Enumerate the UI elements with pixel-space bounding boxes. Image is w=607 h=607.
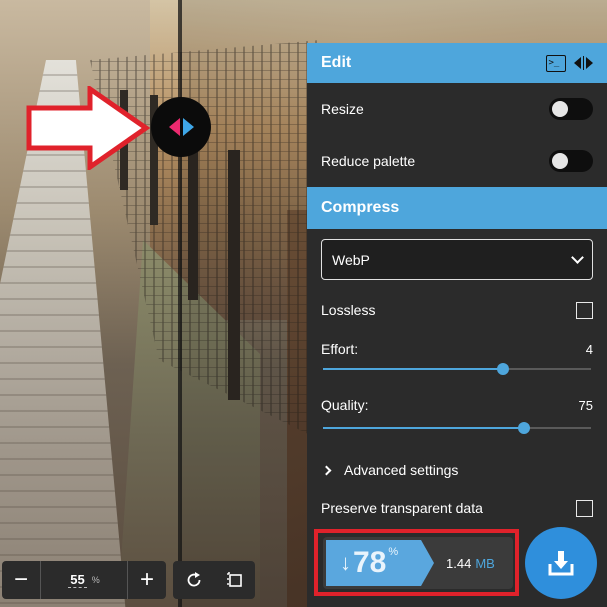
reduce-palette-row: Reduce palette <box>307 135 607 187</box>
background-toggle-button[interactable] <box>214 561 255 599</box>
savings-badge: ↓ 78 % <box>326 540 434 586</box>
effort-slider[interactable] <box>323 363 591 375</box>
flip-sides-icon[interactable] <box>573 56 593 70</box>
zoom-in-button[interactable]: + <box>128 561 166 599</box>
download-button[interactable] <box>525 527 597 599</box>
zoom-input[interactable]: 55 % <box>41 561 127 599</box>
handle-left-arrow-icon <box>168 118 180 136</box>
savings-percent: 78 <box>353 546 387 579</box>
lossless-checkbox[interactable] <box>576 301 593 319</box>
options-panel: Edit >_ Resize Reduce palette Compress W… <box>307 43 607 607</box>
down-arrow-icon: ↓ <box>340 550 351 575</box>
chevron-down-icon <box>571 250 584 264</box>
reduce-palette-label: Reduce palette <box>321 153 416 169</box>
terminal-icon[interactable]: >_ <box>545 54 566 72</box>
quality-slider[interactable] <box>323 422 591 434</box>
effort-label: Effort: <box>321 341 359 357</box>
format-select-value: WebP <box>332 251 370 268</box>
annotation-arrow <box>26 86 150 170</box>
resize-toggle[interactable] <box>549 98 593 120</box>
zoom-value[interactable]: 55 <box>68 572 87 588</box>
advanced-settings-label: Advanced settings <box>344 462 459 478</box>
output-size-value: 1.44 <box>446 555 472 571</box>
zoom-controls: − 55 % + <box>2 561 166 599</box>
lossless-row: Lossless <box>307 282 607 338</box>
reduce-palette-toggle[interactable] <box>549 150 593 172</box>
output-size-unit: MB <box>475 555 495 571</box>
split-divider-line[interactable] <box>178 0 182 607</box>
zoom-out-button[interactable]: − <box>2 561 40 599</box>
chevron-right-icon <box>321 465 332 475</box>
edit-header: Edit >_ <box>307 43 607 83</box>
download-icon <box>548 551 574 576</box>
format-select[interactable]: WebP <box>321 239 593 280</box>
savings-percent-unit: % <box>388 546 399 558</box>
compress-title: Compress <box>321 199 400 216</box>
resize-label: Resize <box>321 101 364 117</box>
quality-row: Quality: 75 <box>307 394 607 416</box>
preserve-transparent-row: Preserve transparent data <box>307 495 607 521</box>
lossless-label: Lossless <box>321 302 376 318</box>
handle-right-arrow-icon <box>182 118 194 136</box>
effort-value: 4 <box>585 341 593 357</box>
quality-value: 75 <box>578 397 593 413</box>
edit-title: Edit <box>321 54 352 71</box>
quality-slider-thumb[interactable] <box>518 422 530 434</box>
rotate-icon <box>187 572 200 587</box>
result-summary: ↓ 78 % 1.44 MB <box>323 537 513 589</box>
background-toggle-icon <box>226 572 242 587</box>
split-handle[interactable] <box>151 97 211 157</box>
effort-row: Effort: 4 <box>307 338 607 360</box>
preserve-transparent-label: Preserve transparent data <box>321 500 483 516</box>
effort-slider-thumb[interactable] <box>496 363 509 375</box>
advanced-settings-row[interactable]: Advanced settings <box>307 445 607 495</box>
rotate-button[interactable] <box>173 561 214 599</box>
preserve-transparent-checkbox[interactable] <box>576 499 593 517</box>
view-tools <box>173 561 255 599</box>
zoom-unit: % <box>91 575 100 585</box>
resize-row: Resize <box>307 83 607 135</box>
quality-label: Quality: <box>321 397 369 413</box>
compress-header: Compress <box>307 187 607 229</box>
